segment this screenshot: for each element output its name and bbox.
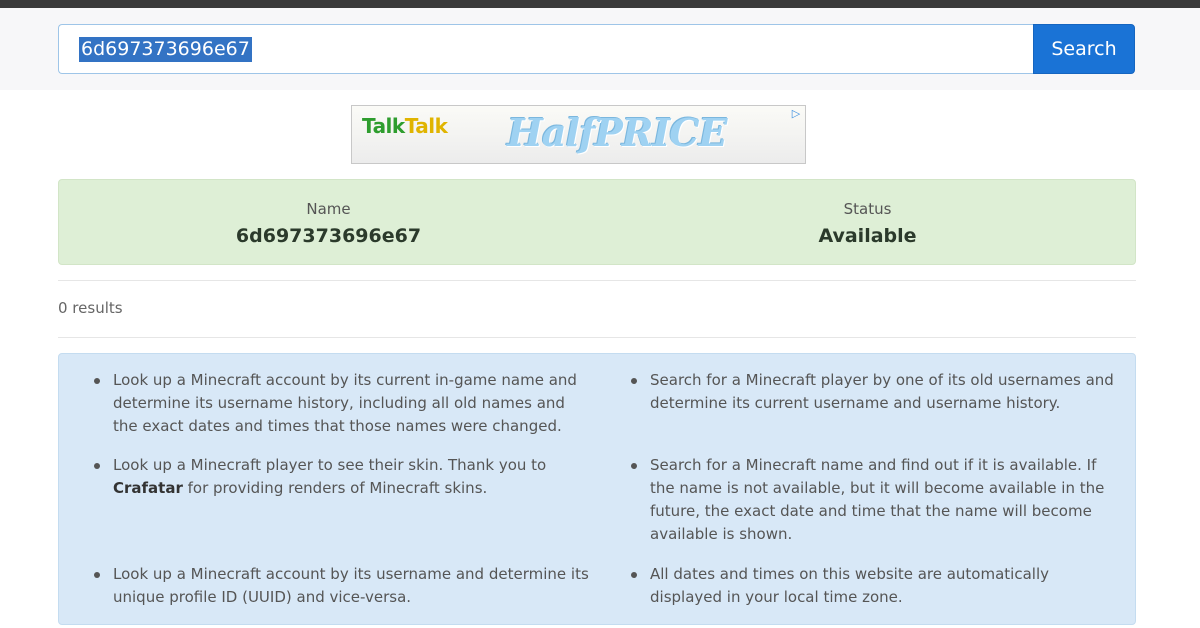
- ad-promo-text: HalfPRICE: [507, 110, 727, 155]
- ad-brand-logo: TalkTalk: [362, 114, 448, 138]
- divider: [58, 280, 1136, 281]
- search-button[interactable]: Search: [1033, 24, 1135, 74]
- adchoices-icon[interactable]: ▷: [788, 107, 804, 121]
- info-item-time-zone: All dates and times on this website are …: [631, 563, 1116, 609]
- divider: [58, 337, 1136, 338]
- name-status-panel: Name 6d697373696e67 Status Available: [58, 179, 1136, 265]
- status-value: Available: [818, 225, 917, 247]
- name-value: 6d697373696e67: [235, 225, 422, 247]
- status-column: Status Available: [598, 180, 1137, 247]
- search-input-value: 6d697373696e67: [79, 36, 252, 62]
- name-label: Name: [306, 200, 351, 218]
- info-item-name-availability: Search for a Minecraft name and find out…: [631, 454, 1116, 546]
- info-item-username-history: Look up a Minecraft account by its curre…: [94, 369, 591, 438]
- browser-top-bar: [0, 0, 1200, 8]
- info-item-old-usernames: Search for a Minecraft player by one of …: [631, 369, 1116, 415]
- results-count: 0 results: [58, 299, 123, 317]
- info-item-skin: Look up a Minecraft player to see their …: [94, 454, 591, 500]
- search-input[interactable]: 6d697373696e67: [58, 24, 1034, 74]
- name-column: Name 6d697373696e67: [59, 180, 598, 247]
- info-item-uuid: Look up a Minecraft account by its usern…: [94, 563, 591, 609]
- crafatar-link[interactable]: Crafatar: [113, 479, 183, 497]
- info-panel: Look up a Minecraft account by its curre…: [58, 353, 1136, 625]
- status-label: Status: [843, 200, 892, 218]
- advertisement-banner[interactable]: TalkTalk HalfPRICE ▷: [351, 105, 806, 164]
